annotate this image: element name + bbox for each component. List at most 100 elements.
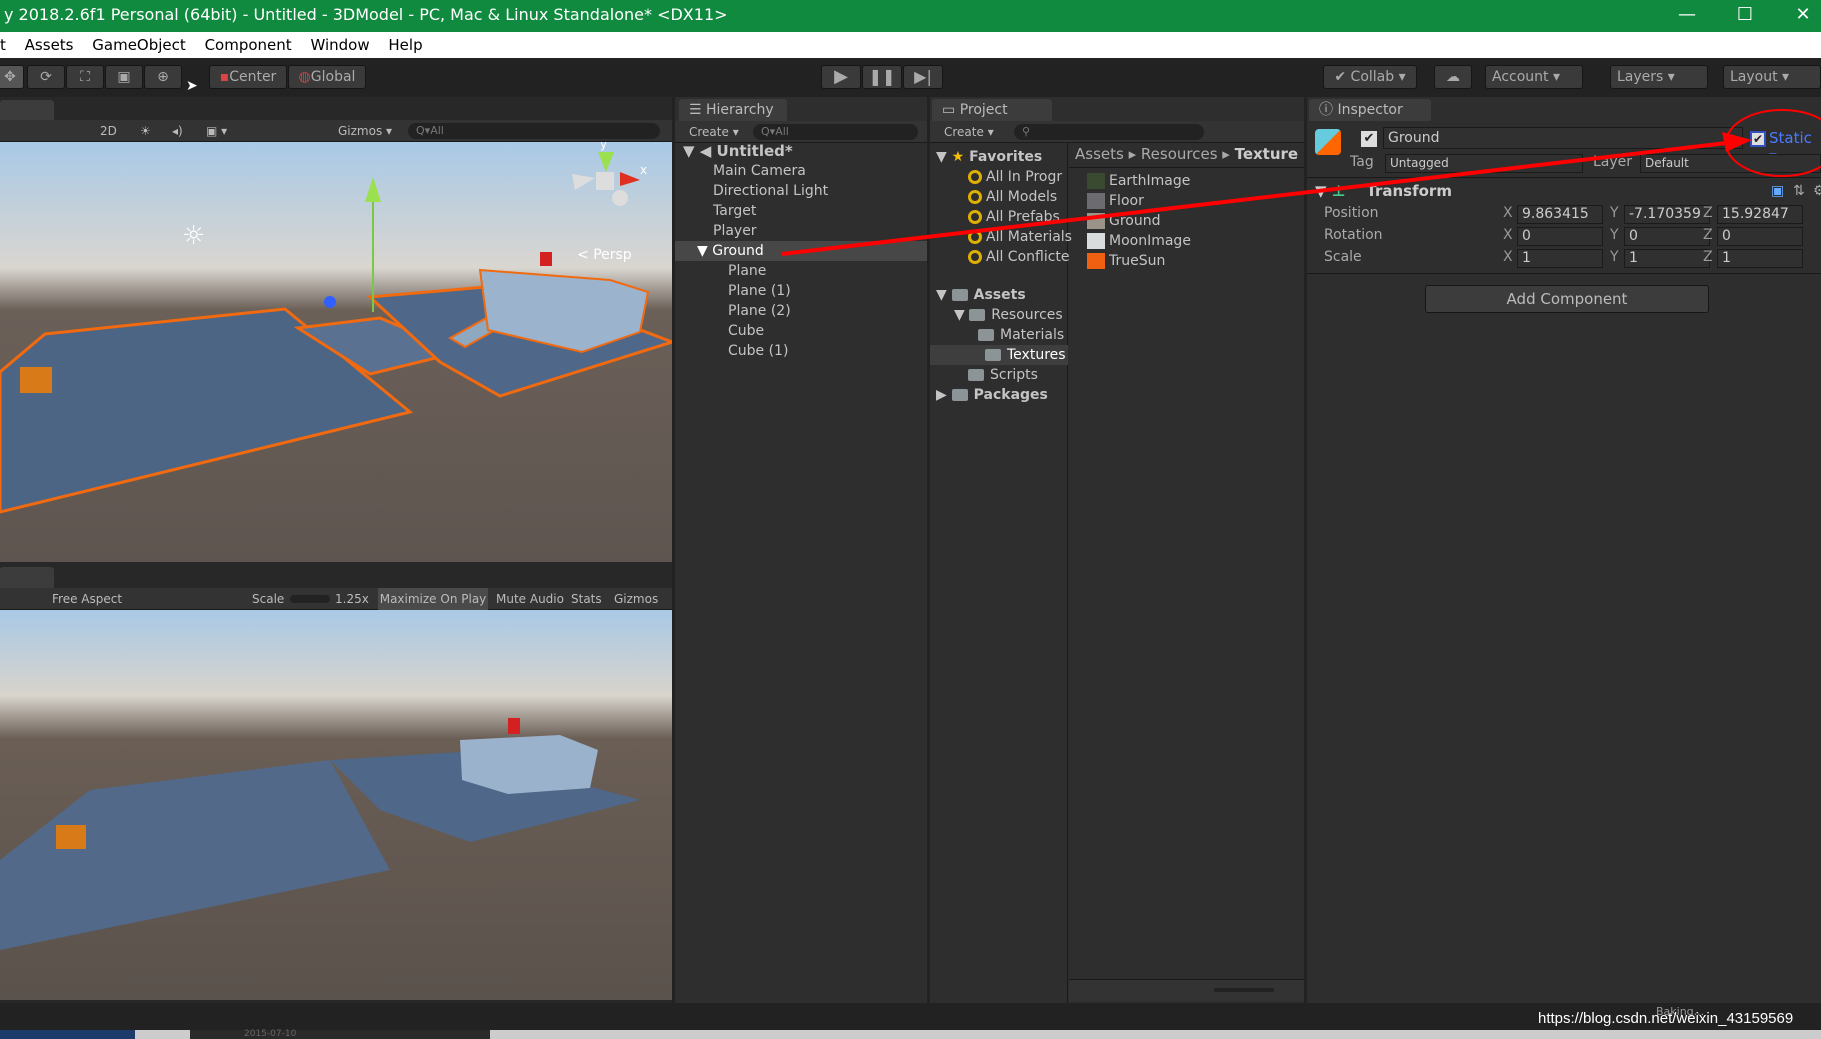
gizmo-z-handle[interactable]	[324, 296, 336, 308]
settings-gear-icon[interactable]: ⚙	[1813, 183, 1821, 199]
transform-x-field[interactable]: 1	[1517, 249, 1603, 268]
hierarchy-item[interactable]: Plane (1)	[728, 281, 791, 301]
layer-dropdown[interactable]: Default	[1640, 154, 1821, 173]
favorite-search-item[interactable]: All In Progr	[968, 167, 1062, 187]
active-checkbox[interactable]: ✔	[1361, 131, 1377, 147]
hierarchy-search-input[interactable]: Q▾All	[753, 124, 918, 140]
scene-root[interactable]: ▼ ◀ Untitled*	[683, 141, 793, 161]
scene-gizmos-dropdown[interactable]: Gizmos ▾	[338, 120, 392, 142]
transform-z-field[interactable]: 0	[1717, 227, 1803, 246]
favorite-search-item[interactable]: All Prefabs	[968, 207, 1060, 227]
pivot-center-button[interactable]: ▪Center	[209, 65, 287, 89]
move-tool-icon[interactable]: ✥	[0, 65, 24, 89]
tab-inspector[interactable]: ⓘ Inspector	[1309, 99, 1431, 121]
tag-dropdown[interactable]: Untagged	[1385, 154, 1583, 173]
close-button[interactable]: ✕	[1774, 0, 1821, 32]
tab-hierarchy[interactable]: ☰ Hierarchy	[679, 99, 787, 121]
rect-tool-icon[interactable]: ▣	[105, 65, 143, 89]
account-dropdown[interactable]: Account ▾	[1485, 65, 1583, 89]
favorite-search-item[interactable]: All Materials	[968, 227, 1072, 247]
help-icon[interactable]: ▣	[1771, 183, 1784, 199]
texture-asset[interactable]: Ground	[1087, 211, 1161, 231]
packages-folder[interactable]: ▶ Packages	[936, 385, 1048, 405]
minimize-button[interactable]: —	[1658, 0, 1716, 32]
scene-audio-icon[interactable]: ◂)	[172, 120, 183, 142]
scene-search-input[interactable]: Q▾All	[408, 123, 660, 139]
menu-gameobject[interactable]: GameObject	[92, 36, 186, 54]
textures-folder[interactable]: Textures	[930, 345, 1068, 365]
materials-folder[interactable]: Materials	[978, 325, 1064, 345]
texture-asset[interactable]: MoonImage	[1087, 231, 1191, 251]
scale-tool-icon[interactable]: ⛶	[66, 65, 104, 89]
scene-2d-button[interactable]: 2D	[100, 120, 117, 142]
breadcrumb-texture[interactable]: Texture	[1235, 145, 1299, 163]
hierarchy-item[interactable]: Player	[713, 221, 757, 241]
resources-folder[interactable]: ▼ Resources	[954, 305, 1063, 325]
menu-help[interactable]: Help	[388, 36, 422, 54]
project-search-input[interactable]: ⚲	[1014, 124, 1204, 140]
maximize-on-play-toggle[interactable]: Maximize On Play	[378, 588, 488, 610]
add-component-button[interactable]: Add Component	[1425, 285, 1709, 313]
tag-label: Tag	[1350, 154, 1374, 170]
gameobject-name-input[interactable]: Ground	[1383, 127, 1743, 149]
scene-viewport[interactable]: ☼ y x < Persp	[0, 142, 672, 562]
mute-audio-toggle[interactable]: Mute Audio	[496, 588, 564, 610]
cloud-icon[interactable]: ☁	[1434, 65, 1472, 89]
favorite-search-item[interactable]: All Models	[968, 187, 1057, 207]
tab-game[interactable]	[0, 567, 54, 589]
play-button[interactable]: ▶	[821, 65, 861, 89]
step-button[interactable]: ▶|	[903, 65, 943, 89]
scene-lighting-icon[interactable]: ☀	[140, 120, 151, 142]
game-gizmos-toggle[interactable]: Gizmos	[614, 588, 658, 610]
transform-z-field[interactable]: 15.92847	[1717, 205, 1803, 224]
texture-asset[interactable]: Floor	[1087, 191, 1144, 211]
collab-button[interactable]: ✔ Collab ▾	[1323, 65, 1417, 89]
maximize-button[interactable]: ☐	[1716, 0, 1774, 32]
favorite-search-item[interactable]: All Conflicte	[968, 247, 1070, 267]
tab-project[interactable]: ▭ Project	[932, 99, 1052, 121]
scripts-folder[interactable]: Scripts	[968, 365, 1038, 385]
texture-asset[interactable]: TrueSun	[1087, 251, 1165, 271]
transform-z-field[interactable]: 1	[1717, 249, 1803, 268]
layout-dropdown[interactable]: Layout ▾	[1723, 65, 1821, 89]
favorites-folder[interactable]: ▼ ★ Favorites	[936, 147, 1042, 167]
hierarchy-item[interactable]: Directional Light	[713, 181, 828, 201]
pivot-global-button[interactable]: ◍Global	[288, 65, 366, 89]
layers-dropdown[interactable]: Layers ▾	[1610, 65, 1708, 89]
icon-size-slider[interactable]	[1214, 988, 1274, 992]
breadcrumb-resources[interactable]: Resources	[1141, 145, 1218, 163]
scale-slider[interactable]	[290, 595, 330, 603]
transform-y-field[interactable]: 0	[1624, 227, 1710, 246]
menu-file[interactable]: t	[0, 36, 6, 54]
presets-icon[interactable]: ⇅	[1793, 183, 1805, 199]
transform-y-field[interactable]: 1	[1624, 249, 1710, 268]
hierarchy-item[interactable]: Cube	[728, 321, 764, 341]
rotate-tool-icon[interactable]: ⟳	[27, 65, 65, 89]
tab-scene[interactable]	[0, 100, 54, 122]
menu-assets[interactable]: Assets	[25, 36, 74, 54]
stats-toggle[interactable]: Stats	[571, 588, 602, 610]
transform-y-field[interactable]: -7.170359	[1624, 205, 1710, 224]
hierarchy-item[interactable]: Plane	[728, 261, 766, 281]
persp-label[interactable]: < Persp	[577, 247, 632, 263]
hierarchy-item[interactable]: Target	[713, 201, 756, 221]
menu-component[interactable]: Component	[205, 36, 292, 54]
project-create-button[interactable]: Create ▾	[944, 121, 994, 143]
breadcrumb-assets[interactable]: Assets	[1075, 145, 1124, 163]
hierarchy-item[interactable]: Plane (2)	[728, 301, 791, 321]
transform-x-field[interactable]: 9.863415	[1517, 205, 1603, 224]
menu-window[interactable]: Window	[310, 36, 369, 54]
transform-tool-icon[interactable]: ⊕	[144, 65, 182, 89]
assets-folder[interactable]: ▼ Assets	[936, 285, 1026, 305]
hierarchy-item[interactable]: Cube (1)	[728, 341, 788, 361]
static-checkbox[interactable]: ✔	[1750, 131, 1766, 147]
hierarchy-item[interactable]: Main Camera	[713, 161, 806, 181]
aspect-dropdown[interactable]: Free Aspect	[52, 588, 122, 610]
transform-header[interactable]: ▼ ⊥ Transform	[1315, 182, 1452, 200]
scene-effects-icon[interactable]: ▣ ▾	[206, 120, 227, 142]
texture-asset[interactable]: EarthImage	[1087, 171, 1190, 191]
hierarchy-create-button[interactable]: Create ▾	[689, 121, 739, 143]
hierarchy-item[interactable]: ▼ Ground	[675, 241, 927, 261]
transform-x-field[interactable]: 0	[1517, 227, 1603, 246]
pause-button[interactable]: ❚❚	[862, 65, 902, 89]
